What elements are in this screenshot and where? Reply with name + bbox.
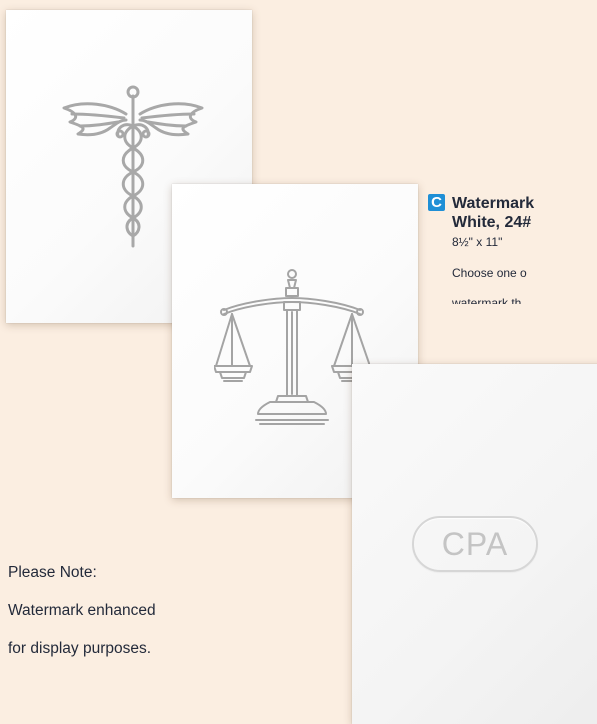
note-line-3: for display purposes. [8,640,152,657]
product-description: C Watermark White, 24# 8½" x 11" Choose … [428,194,597,304]
scales-of-justice-icon [213,268,371,428]
product-size: 8½" x 11" [452,235,503,249]
product-title: Watermark White, 24# [452,194,597,232]
product-title-line-1: Watermark [452,195,535,212]
note-line-1: Please Note: [8,564,97,581]
cpa-watermark-badge: CPA [412,516,538,572]
display-note: Please Note: Watermark enhanced for disp… [8,544,198,677]
product-description-line-2: watermark th [452,296,522,304]
product-description-text: Choose one o watermark th [452,251,597,304]
product-letter-badge: C [428,194,445,211]
product-description-line-1: Choose one o [452,266,527,280]
cpa-watermark-sample-sheet: CPA [352,364,597,724]
note-line-2: Watermark enhanced [8,602,156,619]
product-title-line-2: White, 24# [452,214,532,231]
